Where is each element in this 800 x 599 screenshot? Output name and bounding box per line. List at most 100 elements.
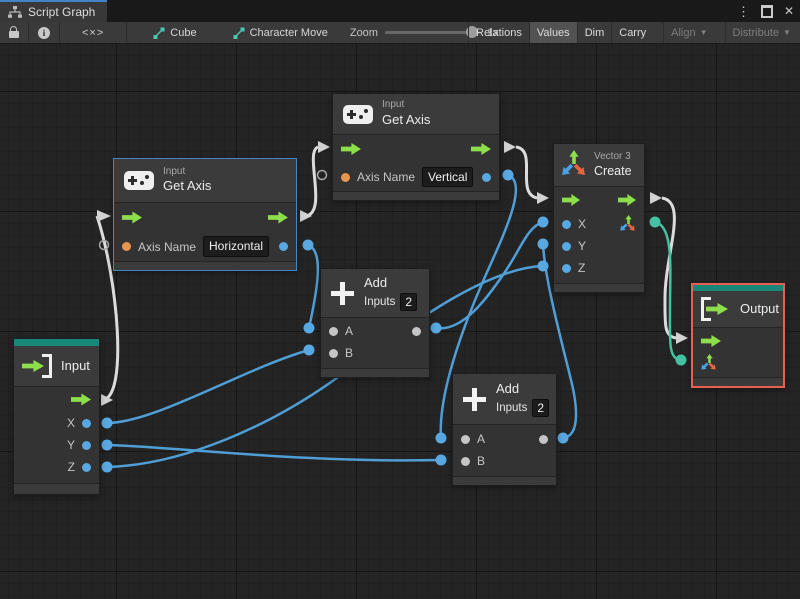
inputs-count[interactable]: 2 [532, 398, 550, 418]
control-out-port[interactable] [618, 194, 636, 206]
node-output[interactable]: Output [691, 283, 785, 388]
control-in-port[interactable] [341, 143, 361, 155]
control-out-port[interactable] [268, 211, 288, 224]
control-out-port[interactable] [71, 393, 91, 406]
value-out-port[interactable] [482, 172, 491, 182]
node-footer [321, 368, 429, 377]
unconnected-port[interactable] [316, 169, 328, 181]
a-in-port[interactable] [329, 326, 338, 336]
node-title: Get Axis [163, 178, 212, 194]
inputs-label: Inputs [364, 295, 396, 308]
wire-arrowhead [650, 192, 662, 204]
wire-endpoint [537, 260, 549, 272]
node-header[interactable]: Add Inputs 2 [321, 269, 429, 318]
node-vector3-create[interactable]: Vector 3 Create X Y Z [553, 143, 645, 293]
node-footer [114, 261, 296, 270]
axis-name-value[interactable]: Horizontal [203, 236, 270, 257]
wire-value-input-x-to-add1-b[interactable] [106, 348, 310, 425]
node-kicker: Vector 3 [594, 150, 631, 162]
axis-name-port[interactable] [341, 172, 350, 182]
add-icon [331, 281, 354, 305]
wire-endpoint [430, 322, 442, 334]
x-out-port[interactable] [82, 418, 91, 428]
wire-endpoint [435, 432, 447, 444]
a-in-port[interactable] [461, 434, 470, 444]
node-title: Output [740, 300, 780, 316]
sum-out-port[interactable] [539, 434, 548, 444]
y-label: Y [578, 239, 587, 253]
x-label: X [578, 217, 587, 231]
value-out-port[interactable] [279, 242, 288, 251]
a-label: A [345, 324, 354, 338]
wire-control-vertical-to-create[interactable] [515, 145, 538, 200]
node-header[interactable]: Vector 3 Create [554, 144, 644, 187]
node-header[interactable]: Input [14, 346, 99, 387]
y-in-port[interactable] [562, 241, 571, 251]
node-footer [693, 377, 783, 386]
wire-endpoint [303, 344, 315, 356]
z-out-port[interactable] [82, 462, 91, 472]
node-header[interactable]: Add Inputs 2 [453, 374, 556, 425]
b-in-port[interactable] [329, 348, 338, 358]
vector3-in-port[interactable] [701, 355, 717, 371]
wire-arrowhead [676, 332, 688, 344]
node-add-1[interactable]: Add Inputs 2 A B [320, 268, 430, 378]
vector3-out-port[interactable] [620, 216, 636, 232]
wire-endpoint [557, 432, 569, 444]
wire-endpoint [101, 461, 113, 473]
gamepad-icon [124, 171, 154, 190]
inputs-label: Inputs [496, 401, 528, 414]
b-label: B [345, 346, 354, 360]
x-in-port[interactable] [562, 219, 571, 229]
wire-arrowhead [300, 210, 312, 222]
node-title: Create [594, 164, 632, 179]
node-input[interactable]: Input X Y Z [13, 338, 100, 495]
b-in-port[interactable] [461, 456, 470, 466]
node-title: Get Axis [382, 111, 431, 127]
node-add-2[interactable]: Add Inputs 2 A B [452, 373, 557, 486]
wire-value-input-y-to-add2-b[interactable] [106, 443, 442, 462]
node-kicker: Input [382, 99, 405, 111]
wire-endpoint [302, 239, 314, 251]
wire-value-horizontal-to-add1-a[interactable] [307, 243, 320, 329]
node-title: Input [61, 357, 90, 373]
input-unit-icon [22, 354, 52, 378]
wire-endpoint [101, 417, 113, 429]
control-out-port[interactable] [471, 143, 491, 155]
control-in-port[interactable] [562, 194, 580, 206]
wire-arrowhead [101, 394, 113, 406]
add-icon [463, 387, 486, 411]
node-kicker: Input [163, 165, 186, 177]
wire-endpoint [537, 238, 549, 250]
node-header[interactable]: Input Get Axis [333, 94, 499, 135]
script-graph-window: Script Graph ⋮ ✕ i <×> Cube Character Mo… [0, 0, 800, 599]
node-get-axis-horizontal[interactable]: Input Get Axis Axis Name Horizontal [113, 158, 297, 271]
node-footer [453, 476, 556, 485]
wire-endpoint [537, 216, 549, 228]
inputs-count[interactable]: 2 [400, 292, 418, 312]
node-title: Add [364, 274, 388, 290]
axis-name-port[interactable] [122, 242, 131, 251]
wire-endpoint [435, 454, 447, 466]
wire-value-add1-to-create-x[interactable] [435, 220, 544, 330]
y-out-port[interactable] [82, 440, 91, 450]
z-label: Z [578, 261, 586, 275]
node-header[interactable]: Output [693, 291, 783, 328]
z-in-port[interactable] [562, 263, 571, 273]
sum-out-port[interactable] [412, 326, 421, 336]
wire-endpoint [101, 439, 113, 451]
a-label: A [477, 432, 486, 446]
y-label: Y [66, 438, 75, 452]
node-get-axis-vertical[interactable]: Input Get Axis Axis Name Vertical [332, 93, 500, 201]
wire-endpoint-vector [649, 216, 661, 228]
node-header[interactable]: Input Get Axis [114, 159, 296, 203]
node-title: Add [496, 380, 520, 396]
node-footer [14, 483, 99, 494]
control-in-port[interactable] [701, 335, 721, 347]
axis-name-value[interactable]: Vertical [422, 166, 474, 188]
wire-control-horizontal-to-vertical[interactable] [305, 145, 319, 218]
wire-arrowhead [97, 210, 111, 222]
output-unit-icon [701, 297, 731, 321]
control-in-port[interactable] [122, 211, 142, 224]
node-footer [333, 191, 499, 200]
